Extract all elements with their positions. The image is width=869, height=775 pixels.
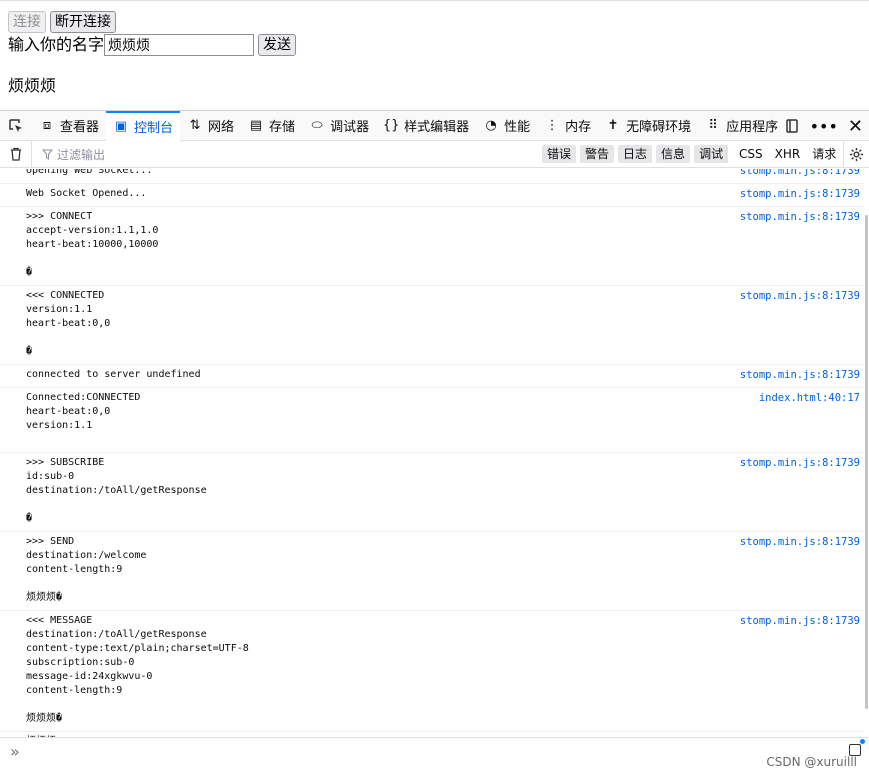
tab-storage[interactable]: ▤ 存储 [241, 111, 302, 141]
send-button[interactable]: 发送 [258, 34, 297, 56]
message-source-link[interactable]: stomp.min.js:8:1739 [740, 187, 860, 201]
console-message: Connected:CONNECTED heart-beat:0,0 versi… [0, 388, 864, 453]
level-filter[interactable]: 信息 [656, 145, 691, 163]
message-text: <<< MESSAGE destination:/toAll/getRespon… [26, 615, 249, 724]
message-text: >>> CONNECT accept-version:1.1,1.0 heart… [26, 211, 159, 278]
clear-console-button[interactable] [0, 140, 32, 168]
console-message: >>> SUBSCRIBE id:sub-0 destination:/toAl… [0, 453, 864, 532]
message-text: Connected:CONNECTED heart-beat:0,0 versi… [26, 392, 141, 431]
message-text: Opening Web Socket... [26, 169, 153, 176]
toolbar-separator [726, 145, 727, 163]
close-icon[interactable]: ✕ [848, 116, 863, 137]
log-levels: 错误 警告 日志 信息 调试 [542, 145, 729, 163]
trash-icon [10, 147, 21, 161]
console-message: <<< CONNECTED version:1.1 heart-beat:0,0… [0, 286, 864, 365]
console-output: Opening Web Socket... stomp.min.js:8:1739… [0, 169, 864, 737]
filter-placeholder: 过滤输出 [57, 147, 106, 162]
name-form: 输入你的名字 发送 [8, 34, 297, 56]
message-text: Web Socket Opened... [26, 188, 147, 199]
message-source-link[interactable]: stomp.min.js:8:1739 [740, 210, 860, 224]
message-source-link[interactable]: stomp.min.js:8:1739 [740, 289, 860, 303]
tab-label: 控制台 [134, 121, 174, 136]
tab-label: 无障碍环境 [626, 120, 692, 135]
message-text: connected to server undefined [26, 369, 201, 380]
message-source-link[interactable]: stomp.min.js:8:1739 [740, 456, 860, 470]
message-source-link[interactable]: index.html:40:17 [759, 391, 860, 405]
console-message: Web Socket Opened... stomp.min.js:8:1739 [0, 184, 864, 207]
tab-label: 网络 [208, 120, 235, 135]
message-source-link[interactable]: stomp.min.js:8:1739 [740, 535, 860, 549]
element-picker-icon [9, 118, 22, 132]
name-label: 输入你的名字 [8, 35, 105, 54]
tab-debugger[interactable]: ⬭ 调试器 [302, 111, 376, 141]
message-text: <<< CONNECTED version:1.1 heart-beat:0,0… [26, 290, 111, 357]
tab-label: 调试器 [330, 120, 370, 135]
message-text: >>> SEND destination:/welcome content-le… [26, 536, 147, 603]
level-filter[interactable]: 日志 [618, 145, 653, 163]
tab-inspector[interactable]: ⧈ 查看器 [32, 111, 106, 141]
console-settings-button[interactable] [843, 141, 869, 168]
console-message: <<< MESSAGE destination:/toAll/getRespon… [0, 611, 864, 732]
more-options-icon[interactable]: ••• [810, 117, 838, 136]
network-icon: ⇅ [189, 118, 201, 133]
level-filter[interactable]: 错误 [542, 145, 577, 163]
tab-console[interactable]: ▣ 控制台 [106, 110, 181, 141]
watermark: CSDN @xuruilll [766, 755, 857, 769]
devtools-tabbar: ⧈ 查看器 ▣ 控制台 ⇅ 网络 ▤ 存储 ⬭ 调试器 {} 样式编辑器 ◔ 性能 ⋮ 内存 ✝ 无障碍环境 ⠿ 应用… [0, 110, 869, 141]
message-source-link[interactable]: stomp.min.js:8:1739 [740, 614, 860, 628]
tab-label: 应用程序 [726, 120, 779, 135]
level-filter[interactable]: 调试 [694, 145, 729, 163]
tab-label: 内存 [565, 120, 592, 135]
connect-button[interactable]: 连接 [8, 11, 46, 33]
inspector-icon: ⧈ [42, 118, 52, 133]
tab-memory[interactable]: ⋮ 内存 [537, 111, 598, 141]
console-message: Opening Web Socket... stomp.min.js:8:1739 [0, 169, 864, 184]
console-message: >>> CONNECT accept-version:1.1,1.0 heart… [0, 207, 864, 286]
console-prompt[interactable]: » [10, 742, 20, 761]
tab-style-editor[interactable]: {} 样式编辑器 [376, 111, 476, 141]
type-filter[interactable]: 请求 [812, 145, 836, 163]
tab-label: 性能 [504, 120, 531, 135]
element-picker-button[interactable] [0, 111, 32, 141]
type-filter[interactable]: CSS [739, 145, 763, 163]
tab-list: ⧈ 查看器 ▣ 控制台 ⇅ 网络 ▤ 存储 ⬭ 调试器 {} 样式编辑器 ◔ 性能 ⋮ 内存 ✝ 无障碍环境 ⠿ 应用… [32, 110, 785, 141]
gear-icon [849, 147, 864, 162]
console-message: connected to server undefined stomp.min.j… [0, 365, 864, 388]
tab-label: 样式编辑器 [404, 120, 470, 135]
tab-label: 查看器 [60, 120, 100, 135]
message-source-link[interactable]: stomp.min.js:8:1739 [740, 368, 860, 382]
console-icon: ▣ [114, 119, 128, 134]
console-scrollbar[interactable] [865, 215, 868, 709]
tab-application[interactable]: ⠿ 应用程序 [698, 111, 785, 141]
console-message: >>> SEND destination:/welcome content-le… [0, 532, 864, 611]
style-editor-icon: {} [382, 118, 400, 133]
connection-controls: 连接 断开连接 [8, 11, 116, 33]
web-page: 连接 断开连接 输入你的名字 发送 烦烦烦 [0, 0, 869, 110]
tab-accessibility[interactable]: ✝ 无障碍环境 [598, 111, 698, 141]
tab-label: 存储 [269, 120, 296, 135]
memory-icon: ⋮ [545, 118, 559, 133]
level-filter[interactable]: 警告 [580, 145, 615, 163]
devtools-panel: ⧈ 查看器 ▣ 控制台 ⇅ 网络 ▤ 存储 ⬭ 调试器 {} 样式编辑器 ◔ 性能 ⋮ 内存 ✝ 无障碍环境 ⠿ 应用… [0, 110, 869, 775]
response-text: 烦烦烦 [8, 76, 57, 95]
debugger-icon: ⬭ [311, 118, 323, 133]
performance-icon: ◔ [485, 118, 497, 133]
message-source-link[interactable]: stomp.min.js:8:1739 [740, 169, 860, 178]
tab-performance[interactable]: ◔ 性能 [476, 111, 537, 141]
disconnect-button[interactable]: 断开连接 [50, 11, 116, 33]
type-filter[interactable]: XHR [775, 145, 801, 163]
name-input[interactable] [104, 34, 255, 56]
message-text: >>> SUBSCRIBE id:sub-0 destination:/toAl… [26, 457, 207, 524]
accessibility-icon: ✝ [607, 118, 619, 133]
application-icon: ⠿ [708, 118, 718, 133]
tab-network[interactable]: ⇅ 网络 [180, 111, 241, 141]
filter-icon [42, 149, 53, 160]
dock-icon[interactable] [784, 118, 800, 134]
console-input-row: » CSDN @xuruilll [0, 737, 869, 775]
request-types: CSS XHR 请求 [739, 145, 836, 163]
filter-output[interactable]: 过滤输出 [32, 146, 105, 163]
storage-icon: ▤ [249, 118, 263, 133]
devtools-actions: ••• ✕ [784, 111, 869, 141]
console-toolbar: 过滤输出 错误 警告 日志 信息 调试 CSS XHR 请求 [0, 140, 869, 168]
